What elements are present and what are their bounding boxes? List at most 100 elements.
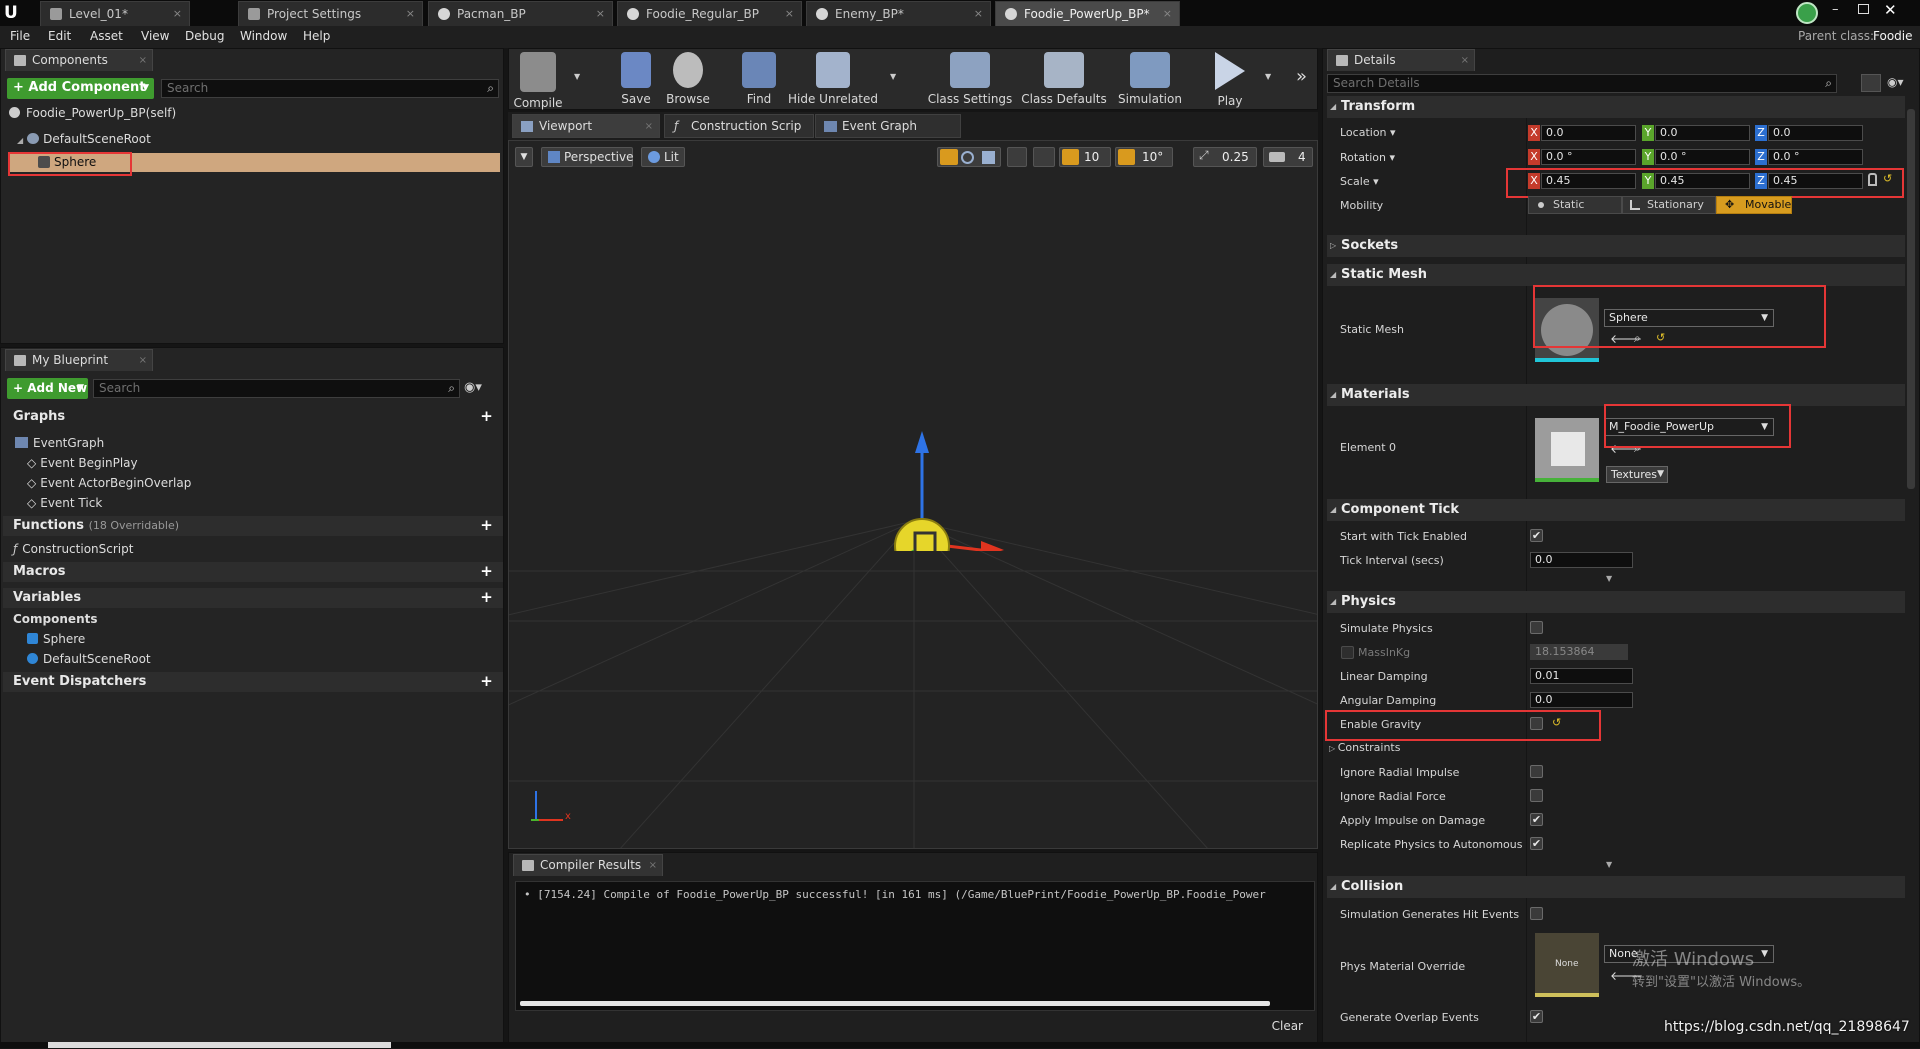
material-thumbnail[interactable]: [1535, 418, 1599, 482]
mobility-stationary-option[interactable]: Stationary: [1622, 196, 1716, 214]
rotation-label[interactable]: Rotation ▾: [1340, 151, 1395, 164]
close-icon[interactable]: ×: [1163, 2, 1172, 26]
tab-pacman-bp[interactable]: Pacman_BP ×: [428, 1, 613, 26]
close-window-button[interactable]: ✕: [1884, 1, 1897, 19]
viewport-options-button[interactable]: ▼: [515, 147, 533, 167]
hide-unrelated-dropdown[interactable]: ▼: [890, 72, 896, 81]
mobility-movable-option[interactable]: ✥ Movable: [1716, 196, 1792, 214]
hide-unrelated-button[interactable]: Hide Unrelated: [788, 52, 878, 106]
replicate-physics-checkbox[interactable]: ✔: [1530, 837, 1543, 850]
lit-button[interactable]: Lit: [641, 147, 685, 167]
details-scrollbar[interactable]: [1907, 109, 1915, 489]
sockets-section[interactable]: ▷ Sockets: [1327, 235, 1905, 257]
translate-mode-icon[interactable]: [940, 149, 958, 165]
add-macro-plus-icon[interactable]: +: [480, 564, 493, 579]
event-dispatchers-section[interactable]: Event Dispatchers +: [3, 672, 503, 692]
class-settings-button[interactable]: Class Settings: [925, 52, 1015, 106]
functions-section[interactable]: Functions (18 Overridable) +: [3, 516, 503, 536]
close-icon[interactable]: ×: [596, 2, 605, 26]
menu-view[interactable]: View: [141, 29, 169, 43]
tab-foodie-powerup-bp[interactable]: Foodie_PowerUp_BP* ×: [995, 1, 1180, 26]
surface-snap-icon[interactable]: [1033, 147, 1055, 167]
components-search-input[interactable]: Search ⌕: [161, 79, 499, 98]
details-tab[interactable]: Details ×: [1327, 49, 1475, 71]
variables-section[interactable]: Variables +: [3, 588, 503, 608]
linear-damping-field[interactable]: 0.01: [1530, 668, 1633, 684]
close-icon[interactable]: ×: [173, 2, 182, 26]
ignore-radial-force-checkbox[interactable]: [1530, 789, 1543, 802]
self-row[interactable]: Foodie_PowerUp_BP(self): [9, 106, 176, 120]
rotate-mode-icon[interactable]: [961, 151, 974, 164]
tab-foodie-regular-bp[interactable]: Foodie_Regular_BP ×: [617, 1, 802, 26]
materials-section[interactable]: ◢ Materials: [1327, 384, 1905, 406]
compiler-results-tab[interactable]: Compiler Results ×: [513, 854, 663, 876]
compiler-message[interactable]: • [7154.24] Compile of Foodie_PowerUp_BP…: [524, 888, 1266, 901]
close-icon[interactable]: ×: [1461, 50, 1469, 71]
tab-level[interactable]: Level_01* ×: [40, 1, 190, 26]
menu-edit[interactable]: Edit: [48, 29, 71, 43]
visibility-eye-icon[interactable]: ◉▾: [1887, 75, 1904, 89]
construction-script-item[interactable]: ƒ ConstructionScript: [13, 542, 133, 556]
collision-section[interactable]: ◢ Collision: [1327, 876, 1905, 898]
save-button[interactable]: Save: [612, 52, 660, 106]
apply-impulse-checkbox[interactable]: ✔: [1530, 813, 1543, 826]
browse-button[interactable]: Browse: [662, 52, 714, 106]
menu-window[interactable]: Window: [240, 29, 287, 43]
class-defaults-button[interactable]: Class Defaults: [1019, 52, 1109, 106]
scale-mode-icon[interactable]: [982, 151, 995, 164]
camera-speed-group[interactable]: 4: [1263, 147, 1313, 167]
close-icon[interactable]: ×: [974, 2, 983, 26]
component-variable-sphere[interactable]: Sphere: [27, 632, 85, 646]
sphere-gizmo[interactable]: [869, 391, 1069, 551]
close-icon[interactable]: ×: [649, 855, 657, 876]
world-local-toggle-icon[interactable]: [1007, 147, 1027, 167]
component-tick-section[interactable]: ◢ Component Tick: [1327, 499, 1905, 521]
horizontal-scrollbar[interactable]: [520, 1001, 1270, 1006]
advanced-expand-icon[interactable]: ▼: [1606, 860, 1612, 869]
unreal-logo-icon[interactable]: U: [4, 3, 22, 23]
close-icon[interactable]: ×: [139, 50, 147, 71]
tab-event-graph[interactable]: Event Graph: [815, 114, 961, 138]
my-blueprint-tab[interactable]: My Blueprint ×: [5, 349, 153, 371]
components-tab[interactable]: Components ×: [5, 49, 153, 71]
location-x-field[interactable]: 0.0: [1541, 125, 1636, 141]
find-button[interactable]: Find: [735, 52, 783, 106]
advanced-expand-icon[interactable]: ▼: [1606, 574, 1612, 583]
add-variable-plus-icon[interactable]: +: [480, 590, 493, 605]
visibility-eye-icon[interactable]: ◉▾: [464, 380, 482, 395]
event-actor-begin-overlap-item[interactable]: ◇ Event ActorBeginOverlap: [27, 476, 191, 490]
event-tick-item[interactable]: ◇ Event Tick: [27, 496, 102, 510]
compile-options-dropdown[interactable]: ▼: [574, 72, 580, 81]
constraints-label[interactable]: ▷ Constraints: [1329, 741, 1400, 754]
textures-combo[interactable]: Textures ▼: [1606, 466, 1668, 483]
rotation-y-field[interactable]: 0.0 °: [1655, 149, 1750, 165]
tab-enemy-bp[interactable]: Enemy_BP* ×: [806, 1, 991, 26]
graphs-section[interactable]: Graphs +: [3, 407, 503, 427]
menu-debug[interactable]: Debug: [185, 29, 224, 43]
transform-section[interactable]: ◢ Transform: [1327, 96, 1905, 118]
component-variable-root[interactable]: DefaultSceneRoot: [27, 652, 151, 666]
parent-class-link[interactable]: Foodie: [1873, 29, 1913, 43]
close-icon[interactable]: ×: [785, 2, 794, 26]
close-icon[interactable]: ×: [645, 115, 653, 138]
tick-interval-field[interactable]: 0.0: [1530, 552, 1633, 568]
add-function-plus-icon[interactable]: +: [480, 518, 493, 533]
maximize-button[interactable]: [1858, 4, 1869, 14]
tab-viewport[interactable]: Viewport ×: [512, 114, 660, 138]
scale-label[interactable]: Scale ▾: [1340, 175, 1379, 188]
add-graph-plus-icon[interactable]: +: [480, 409, 493, 424]
play-button[interactable]: Play: [1204, 52, 1256, 108]
phys-material-thumbnail[interactable]: None: [1535, 933, 1599, 997]
blueprint-search-input[interactable]: Search ⌕: [93, 379, 460, 398]
details-search-input[interactable]: Search Details ⌕: [1327, 74, 1837, 93]
angular-damping-field[interactable]: 0.0: [1530, 692, 1633, 708]
menu-help[interactable]: Help: [303, 29, 330, 43]
mass-override-checkbox[interactable]: [1341, 646, 1354, 659]
menu-asset[interactable]: Asset: [90, 29, 123, 43]
hit-events-checkbox[interactable]: [1530, 907, 1543, 920]
grid-snap-group[interactable]: 10: [1059, 147, 1111, 167]
play-options-dropdown[interactable]: ▼: [1265, 72, 1271, 81]
simulate-physics-checkbox[interactable]: [1530, 621, 1543, 634]
expand-arrow-icon[interactable]: ◢: [17, 136, 23, 145]
property-matrix-icon[interactable]: [1861, 74, 1881, 92]
